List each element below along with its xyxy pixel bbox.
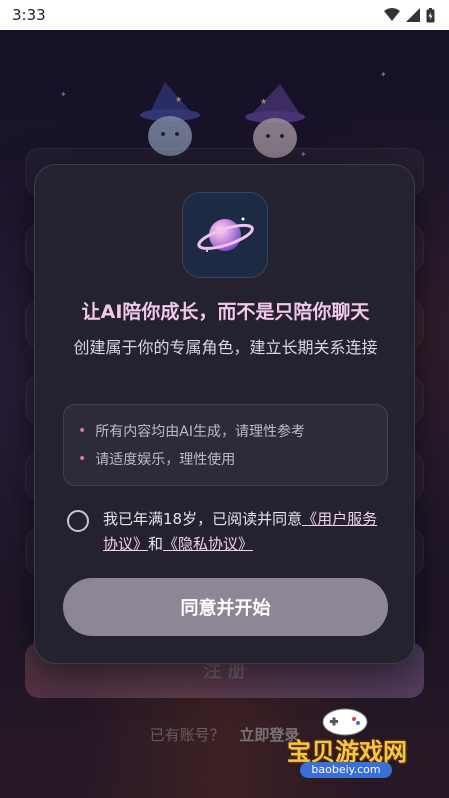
notice-item: • 请适度娱乐，理性使用: [78, 445, 373, 473]
planet-icon: [197, 217, 254, 252]
agree-checkbox[interactable]: [67, 510, 89, 532]
notice-box: • 所有内容均由AI生成，请理性参考 • 请适度娱乐，理性使用: [63, 404, 388, 486]
start-button-label: 同意并开始: [180, 598, 271, 618]
bullet-dot-icon: •: [78, 451, 87, 467]
notice-text: 请适度娱乐，理性使用: [95, 452, 236, 468]
agreement-prefix: 我已年满18岁，已阅读并同意: [103, 510, 303, 528]
battery-icon: [426, 7, 435, 22]
wifi-icon: [384, 8, 400, 21]
bullet-dot-icon: •: [78, 423, 87, 439]
status-icons: [384, 7, 435, 23]
agreement-text: 我已年满18岁，已阅读并同意《用户服务协议》和《隐私协议》: [103, 507, 387, 557]
consent-dialog: 让AI陪你成长，而不是只陪你聊天 创建属于你的专属角色，建立长期关系连接 • 所…: [34, 164, 415, 664]
agreement-row: 我已年满18岁，已阅读并同意《用户服务协议》和《隐私协议》: [67, 507, 387, 557]
watermark-url: baobeiy.com: [300, 762, 392, 778]
status-time: 3:33: [12, 6, 46, 24]
dialog-title: 让AI陪你成长，而不是只陪你聊天: [81, 301, 370, 323]
agree-start-button[interactable]: 同意并开始: [63, 578, 388, 636]
signal-icon: [406, 8, 420, 22]
agreement-and: 和: [148, 535, 164, 553]
status-bar: 3:33: [0, 0, 449, 30]
notice-item: • 所有内容均由AI生成，请理性参考: [78, 417, 373, 445]
privacy-policy-link[interactable]: 《隐私协议》: [163, 535, 253, 553]
notice-text: 所有内容均由AI生成，请理性参考: [95, 424, 305, 440]
dialog-subtitle: 创建属于你的专属角色，建立长期关系连接: [73, 338, 378, 357]
watermark-logo: 宝贝游戏网 baobeiy.com: [272, 706, 422, 786]
app-logo: [182, 192, 268, 278]
